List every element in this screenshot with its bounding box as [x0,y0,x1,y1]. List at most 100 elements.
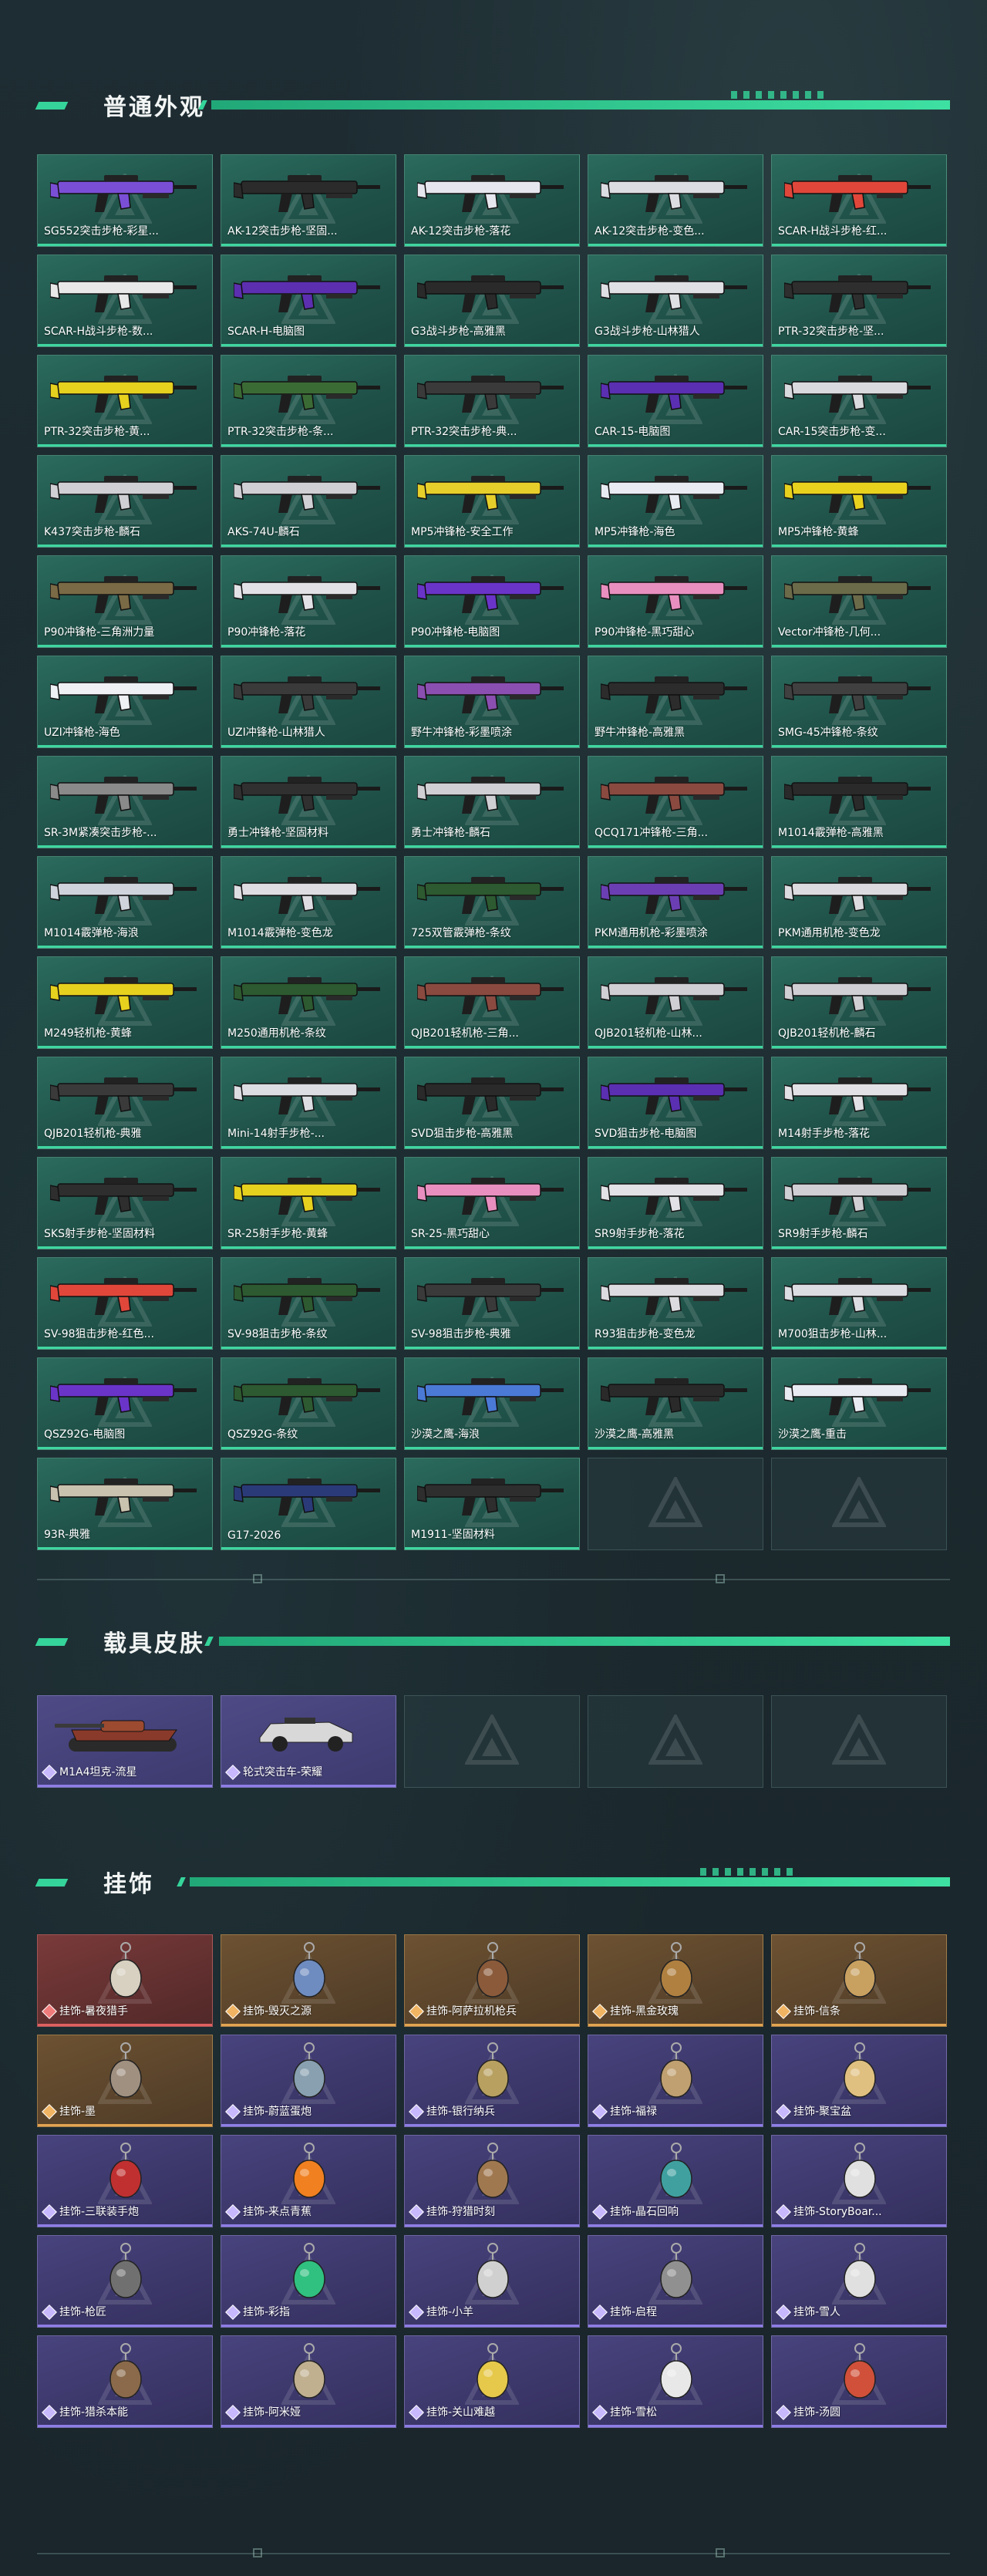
weapon-card[interactable]: QCQ171冲锋枪-三角... [588,756,763,848]
weapon-card[interactable]: 沙漠之鹰-重击 [771,1357,947,1450]
item-label: AK-12突击步枪-变色... [595,225,705,238]
charm-card[interactable]: 挂饰-三联装手炮 [37,2135,213,2227]
charm-card[interactable]: 挂饰-狩猎时刻 [404,2135,580,2227]
charm-card[interactable]: 挂饰-小羊 [404,2235,580,2328]
weapon-card[interactable]: MP5冲锋枪-海色 [588,455,763,548]
weapon-card[interactable]: Mini-14射手步枪-... [221,1057,396,1149]
weapon-card[interactable]: P90冲锋枪-落花 [221,555,396,648]
weapon-card[interactable]: SCAR-H战斗步枪-红... [771,154,947,247]
weapon-card[interactable]: SR-25射手步枪-黄蜂 [221,1157,396,1249]
charm-card[interactable]: 挂饰-彩指 [221,2235,396,2328]
weapon-card[interactable]: 野牛冲锋枪-彩墨喷涂 [404,656,580,748]
weapon-card[interactable]: K437突击步枪-麟石 [37,455,213,548]
charm-card[interactable]: 挂饰-暑夜猎手 [37,1934,213,2027]
weapon-card[interactable]: SV-98狙击步枪-条纹 [221,1257,396,1350]
weapon-card[interactable]: 野牛冲锋枪-高雅黑 [588,656,763,748]
charm-card[interactable]: 挂饰-毁灭之源 [221,1934,396,2027]
weapon-card[interactable]: UZI冲锋枪-山林猎人 [221,656,396,748]
weapon-card[interactable]: M249轻机枪-黄蜂 [37,956,213,1049]
charm-card[interactable]: 挂饰-福禄 [588,2035,763,2127]
item-label: 沙漠之鹰-高雅黑 [595,1428,675,1441]
weapon-card[interactable]: 93R-典雅 [37,1458,213,1550]
charm-card[interactable]: 挂饰-汤圆 [771,2335,947,2428]
charm-card[interactable]: 挂饰-信条 [771,1934,947,2027]
charm-card[interactable]: 挂饰-雪人 [771,2235,947,2328]
weapon-card[interactable]: 勇士冲锋枪-坚固材料 [221,756,396,848]
charm-card[interactable]: 挂饰-枪匠 [37,2235,213,2328]
weapon-card[interactable]: QJB201轻机枪-麟石 [771,956,947,1049]
charm-card[interactable]: 挂饰-黑金玫瑰 [588,1934,763,2027]
weapon-card[interactable]: M700狙击步枪-山林... [771,1257,947,1350]
item-label: UZI冲锋枪-海色 [44,727,120,739]
charm-card[interactable]: 挂饰-启程 [588,2235,763,2328]
weapon-card[interactable]: M250通用机枪-条纹 [221,956,396,1049]
weapon-card[interactable]: 725双管霰弹枪-条纹 [404,856,580,949]
weapon-card[interactable]: AK-12突击步枪-坚固... [221,154,396,247]
weapon-card[interactable]: QJB201轻机枪-山林... [588,956,763,1049]
weapon-card[interactable]: SG552突击步枪-彩星... [37,154,213,247]
charm-card[interactable]: 挂饰-蔚蓝蛋炮 [221,2035,396,2127]
weapon-card[interactable]: SR-3M紧凑突击步枪-... [37,756,213,848]
charm-card[interactable]: 挂饰-来点青蕉 [221,2135,396,2227]
weapon-card[interactable]: AK-12突击步枪-变色... [588,154,763,247]
vehicle-card[interactable]: 轮式突击车-荣耀 [221,1695,396,1788]
weapon-card[interactable]: PTR-32突击步枪-坚... [771,255,947,347]
weapon-card[interactable]: QSZ92G-条纹 [221,1357,396,1450]
weapon-card[interactable]: PKM通用机枪-变色龙 [771,856,947,949]
weapon-card[interactable]: P90冲锋枪-三角洲力量 [37,555,213,648]
weapon-card[interactable]: P90冲锋枪-黑巧甜心 [588,555,763,648]
weapon-card[interactable]: 沙漠之鹰-海浪 [404,1357,580,1450]
charm-card[interactable]: 挂饰-猎杀本能 [37,2335,213,2428]
charm-card[interactable]: 挂饰-银行纳兵 [404,2035,580,2127]
charm-card[interactable]: 挂饰-关山难越 [404,2335,580,2428]
weapon-card[interactable]: R93狙击步枪-变色龙 [588,1257,763,1350]
charm-card[interactable]: 挂饰-雪松 [588,2335,763,2428]
weapon-card[interactable]: M1911-坚固材料 [404,1458,580,1550]
weapon-card[interactable]: SVD狙击步枪-高雅黑 [404,1057,580,1149]
weapon-card[interactable]: Vector冲锋枪-几何... [771,555,947,648]
weapon-card[interactable]: M1014霰弹枪-变色龙 [221,856,396,949]
vehicle-card[interactable]: M1A4坦克-流星 [37,1695,213,1788]
weapon-card[interactable]: SCAR-H-电脑图 [221,255,396,347]
weapon-card[interactable]: SV-98狙击步枪-红色... [37,1257,213,1350]
weapon-card[interactable]: SR9射手步枪-落花 [588,1157,763,1249]
weapon-card[interactable]: SMG-45冲锋枪-条纹 [771,656,947,748]
weapon-card[interactable]: QSZ92G-电脑图 [37,1357,213,1450]
charm-card[interactable]: 挂饰-墨 [37,2035,213,2127]
weapon-card[interactable]: PTR-32突击步枪-黄... [37,355,213,447]
weapon-card[interactable]: MP5冲锋枪-黄蜂 [771,455,947,548]
weapon-card[interactable]: SKS射手步枪-坚固材料 [37,1157,213,1249]
weapon-card[interactable]: QJB201轻机枪-三角... [404,956,580,1049]
weapon-card[interactable]: SV-98狙击步枪-典雅 [404,1257,580,1350]
weapon-card[interactable]: SVD狙击步枪-电脑图 [588,1057,763,1149]
weapon-card[interactable]: 勇士冲锋枪-麟石 [404,756,580,848]
weapon-card[interactable]: SCAR-H战斗步枪-数... [37,255,213,347]
charm-card[interactable]: 挂饰-阿米娅 [221,2335,396,2428]
weapon-card[interactable]: PTR-32突击步枪-典... [404,355,580,447]
weapon-card[interactable]: 沙漠之鹰-高雅黑 [588,1357,763,1450]
weapon-card[interactable]: G3战斗步枪-高雅黑 [404,255,580,347]
weapon-card[interactable]: M1014霰弹枪-高雅黑 [771,756,947,848]
weapon-card[interactable]: UZI冲锋枪-海色 [37,656,213,748]
weapon-card[interactable]: M14射手步枪-落花 [771,1057,947,1149]
weapon-card[interactable]: G3战斗步枪-山林猎人 [588,255,763,347]
weapon-card[interactable]: MP5冲锋枪-安全工作 [404,455,580,548]
weapon-card[interactable]: CAR-15突击步枪-变... [771,355,947,447]
weapon-image [417,1378,564,1415]
charm-card[interactable]: 挂饰-StoryBoar... [771,2135,947,2227]
weapon-card[interactable]: PKM通用机枪-彩墨喷涂 [588,856,763,949]
weapon-card[interactable]: SR9射手步枪-麟石 [771,1157,947,1249]
weapon-card[interactable]: PTR-32突击步枪-条... [221,355,396,447]
weapon-card[interactable]: AK-12突击步枪-落花 [404,154,580,247]
weapon-card[interactable]: AKS-74U-麟石 [221,455,396,548]
charm-card[interactable]: 挂饰-阿萨拉机枪兵 [404,1934,580,2027]
weapon-card[interactable]: SR-25-黑巧甜心 [404,1157,580,1249]
weapon-card[interactable]: M1014霰弹枪-海浪 [37,856,213,949]
charm-card[interactable]: 挂饰-聚宝盆 [771,2035,947,2127]
charm-card[interactable]: 挂饰-晶石回响 [588,2135,763,2227]
weapon-card[interactable]: P90冲锋枪-电脑图 [404,555,580,648]
weapon-card[interactable]: QJB201轻机枪-典雅 [37,1057,213,1149]
item-label: PTR-32突击步枪-坚... [778,325,884,338]
weapon-card[interactable]: G17-2026 [221,1458,396,1550]
weapon-card[interactable]: CAR-15-电脑图 [588,355,763,447]
